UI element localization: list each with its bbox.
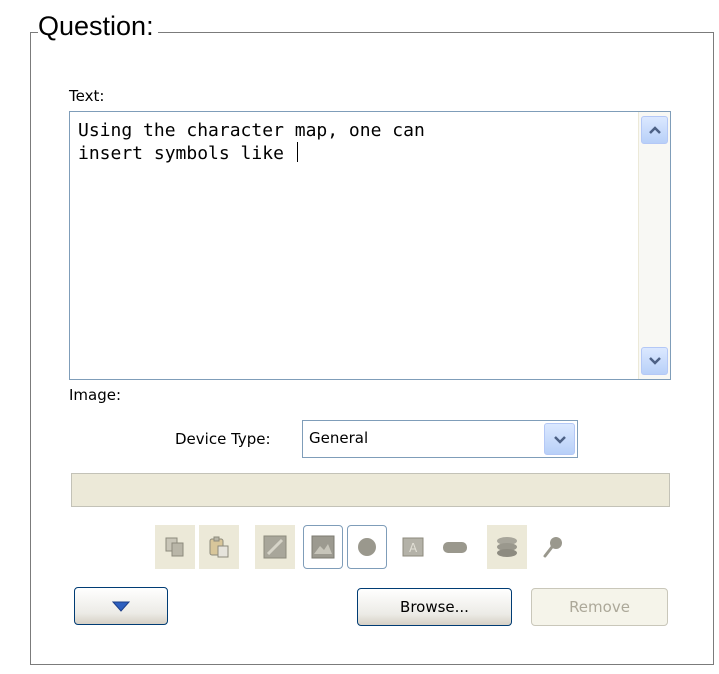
- device-type-label: Device Type:: [175, 430, 271, 448]
- question-text-area[interactable]: Using the character map, one can insert …: [69, 111, 671, 380]
- text-frame-icon[interactable]: A: [393, 525, 433, 569]
- remove-button[interactable]: Remove: [531, 588, 668, 626]
- question-text: Using the character map, one can insert …: [78, 120, 425, 164]
- scroll-down-button[interactable]: [641, 347, 668, 375]
- image-path-field: [71, 473, 670, 507]
- edit-image-icon[interactable]: [255, 525, 295, 569]
- device-type-dropdown-button[interactable]: [544, 423, 575, 455]
- more-options-button[interactable]: [74, 587, 168, 625]
- scroll-up-button[interactable]: [641, 116, 668, 144]
- group-title: Question:: [38, 10, 158, 42]
- picture-icon[interactable]: [303, 525, 343, 569]
- browse-button[interactable]: Browse...: [357, 588, 512, 626]
- image-toolbar: A: [155, 525, 585, 569]
- pin-icon[interactable]: [533, 525, 573, 569]
- layers-icon[interactable]: [487, 525, 527, 569]
- device-type-select[interactable]: General: [302, 420, 578, 458]
- question-text-value[interactable]: Using the character map, one can insert …: [78, 120, 623, 165]
- rounded-rect-icon[interactable]: [435, 525, 475, 569]
- chevron-up-icon: [648, 126, 661, 134]
- triangle-down-icon: [111, 601, 131, 612]
- chevron-down-icon: [553, 436, 566, 444]
- svg-text:A: A: [409, 541, 418, 555]
- text-caret: [296, 142, 298, 162]
- image-label: Image:: [69, 386, 122, 404]
- text-label: Text:: [69, 87, 105, 105]
- question-panel: Question: Text: Using the character map,…: [0, 0, 719, 674]
- paste-icon[interactable]: [199, 525, 239, 569]
- circle-shape-icon[interactable]: [347, 525, 387, 569]
- copy-icon[interactable]: [155, 525, 195, 569]
- vertical-scrollbar[interactable]: [638, 112, 670, 379]
- device-type-value: General: [309, 429, 369, 447]
- chevron-down-icon: [648, 357, 661, 365]
